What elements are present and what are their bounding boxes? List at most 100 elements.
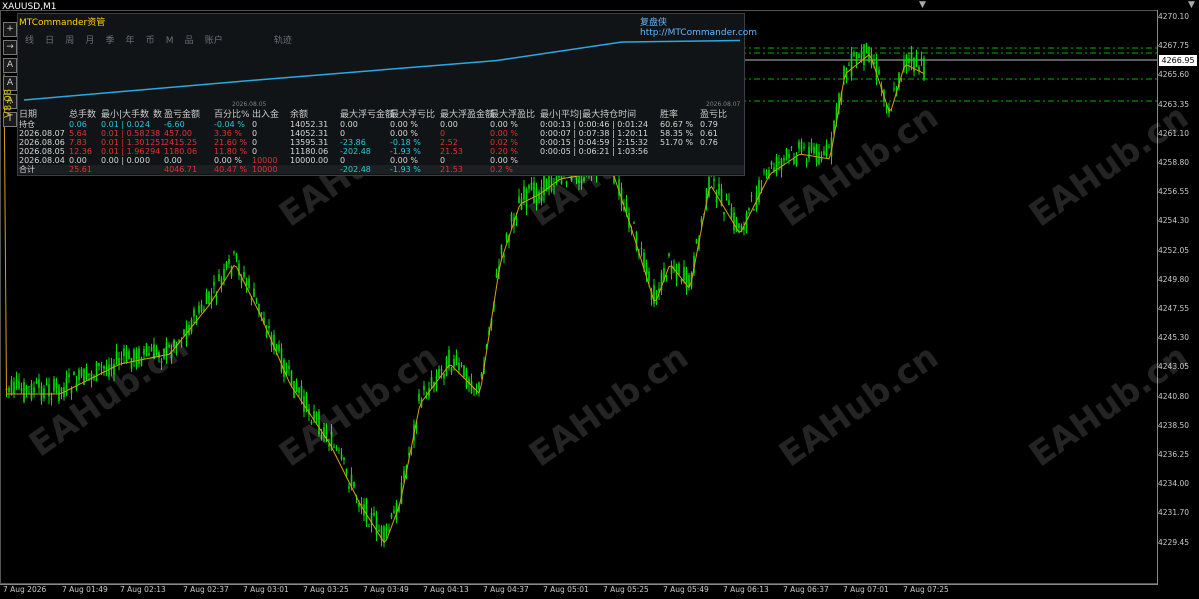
candle-body xyxy=(383,526,385,543)
cell-hold: 0:00:13 | 0:00:46 | 0:01:24 xyxy=(540,120,649,129)
time-tick: 7 Aug 07:25 xyxy=(903,585,949,594)
cell-mflp: 0.00 % xyxy=(390,156,418,165)
candle-body xyxy=(765,171,768,173)
table-row: 2026.08.05 12.36 0.01 | 1.96 294 1180.06 11.8… xyxy=(18,147,744,156)
candle-body xyxy=(228,258,230,264)
table-row: 2026.08.04 0.00 0.00 | 0.00 0 0.00 0.00 % 1000… xyxy=(18,156,744,165)
candle-body xyxy=(480,373,483,377)
equity-end-date: 2026.08.07 xyxy=(706,101,741,108)
cell-date: 合计 xyxy=(19,165,35,174)
candle-body xyxy=(80,368,83,376)
cell-bal: 13595.31 xyxy=(290,138,329,147)
table-header: 日期 总手数 最小|大手数 数 盈亏金额 百分比% 出入金 余额 最大浮亏金额 … xyxy=(18,111,744,120)
candle-body xyxy=(633,222,635,224)
cell-mflp: -0.18 % xyxy=(390,138,421,147)
cell-mfp: 21.53 xyxy=(440,147,463,156)
text-tool-a[interactable]: A xyxy=(3,58,17,73)
cell-io: 10000 xyxy=(252,156,278,165)
cell-mfp: 0 xyxy=(440,156,446,165)
candle-body xyxy=(443,373,445,379)
candle-body xyxy=(523,186,525,200)
candle-body xyxy=(853,54,855,56)
time-tick: 7 Aug 05:49 xyxy=(663,585,709,594)
candle-body xyxy=(500,245,503,254)
candle-body xyxy=(33,387,35,393)
time-tick: 7 Aug 03:01 xyxy=(243,585,289,594)
candle-body xyxy=(730,207,733,218)
candle-body xyxy=(25,385,28,392)
candle-body xyxy=(50,398,53,401)
cell-pct: 3.36 % xyxy=(214,129,242,138)
candle-body xyxy=(340,453,343,460)
candle-body xyxy=(233,251,235,254)
cell-mfpp: 0.00 % xyxy=(490,156,518,165)
candle-body xyxy=(915,54,918,67)
candle-body xyxy=(815,144,818,162)
candle-body xyxy=(278,344,280,352)
candle-body xyxy=(100,366,103,368)
candle-body xyxy=(518,196,520,204)
cell-count: 1251 xyxy=(145,138,166,147)
cell-hold: 0:00:05 | 0:06:21 | 1:03:56 xyxy=(540,147,649,156)
price-tick: 4252.05 xyxy=(1158,245,1190,255)
candle-body xyxy=(455,355,458,362)
candle-body xyxy=(515,218,518,220)
scroll-marker-icon[interactable]: ▼ xyxy=(919,0,926,10)
candle-body xyxy=(733,212,735,231)
price-tick: 4265.60 xyxy=(1158,70,1190,80)
replay-label[interactable]: 复盘侠 xyxy=(640,18,667,28)
cell-minmax: 0.00 | 0.00 xyxy=(101,156,145,165)
cell-pr: 0.61 xyxy=(700,129,718,138)
cell-mfp: 0 xyxy=(440,129,446,138)
candle-body xyxy=(908,58,910,64)
candle-body xyxy=(338,449,340,451)
candle-body xyxy=(213,281,215,286)
cell-lots: 5.64 xyxy=(69,129,87,138)
cell-io: 0 xyxy=(252,147,258,156)
cell-mfl: -23.86 xyxy=(340,138,366,147)
col-pct: 百分比% xyxy=(214,110,250,120)
candle-body xyxy=(353,481,355,488)
candle-body xyxy=(18,380,20,389)
candle-body xyxy=(723,211,725,215)
cell-mfp: 0.00 xyxy=(440,120,458,129)
candle-body xyxy=(193,309,195,317)
candle-body xyxy=(700,218,703,223)
price-tick: 4243.05 xyxy=(1158,362,1190,372)
cell-date: 2026.08.07 xyxy=(19,129,65,138)
candle-body xyxy=(890,110,893,112)
price-tick: 4229.45 xyxy=(1158,537,1190,547)
arrow-tool[interactable]: → xyxy=(3,40,17,55)
cell-pnl: 0.00 xyxy=(164,156,182,165)
candle-body xyxy=(770,161,773,165)
chart-shift-icon[interactable]: ▼ xyxy=(1188,0,1195,10)
crosshair-tool[interactable]: + xyxy=(3,22,17,37)
candle-body xyxy=(823,151,825,155)
cell-pnl: -6.60 xyxy=(164,120,185,129)
candle-body xyxy=(260,312,263,315)
table-row: 持仓 0.06 0.01 | 0.02 4 -6.60 -0.04 % 0 14052.31 0… xyxy=(18,120,744,129)
price-tick: 4238.50 xyxy=(1158,420,1190,430)
candle-body xyxy=(528,185,530,189)
panel-right-label: 复盘侠 http://MTCommander.com xyxy=(640,15,757,38)
col-win: 胜率 xyxy=(660,110,679,120)
time-tick: 7 Aug 05:01 xyxy=(543,585,589,594)
cell-bal: 11180.06 xyxy=(290,147,329,156)
cell-bal: 14052.31 xyxy=(290,129,329,138)
candle-body xyxy=(728,200,730,206)
cell-mfpp: 0.2 % xyxy=(490,165,513,174)
candle-body xyxy=(453,358,455,367)
cell-mflp: 0.00 % xyxy=(390,120,418,129)
candle-body xyxy=(280,348,283,372)
website-link[interactable]: http://MTCommander.com xyxy=(640,28,757,38)
candle-body xyxy=(225,261,228,268)
time-tick: 7 Aug 03:25 xyxy=(303,585,349,594)
cell-io: 0 xyxy=(252,120,258,129)
col-lots: 总手数 xyxy=(69,110,97,120)
candle-body xyxy=(350,474,353,487)
candle-body xyxy=(783,157,785,161)
time-tick: 7 Aug 03:49 xyxy=(363,585,409,594)
candle-body xyxy=(368,525,370,527)
cell-count: 0 xyxy=(145,156,151,165)
col-mfpp: 最大浮盈比 xyxy=(490,110,536,120)
